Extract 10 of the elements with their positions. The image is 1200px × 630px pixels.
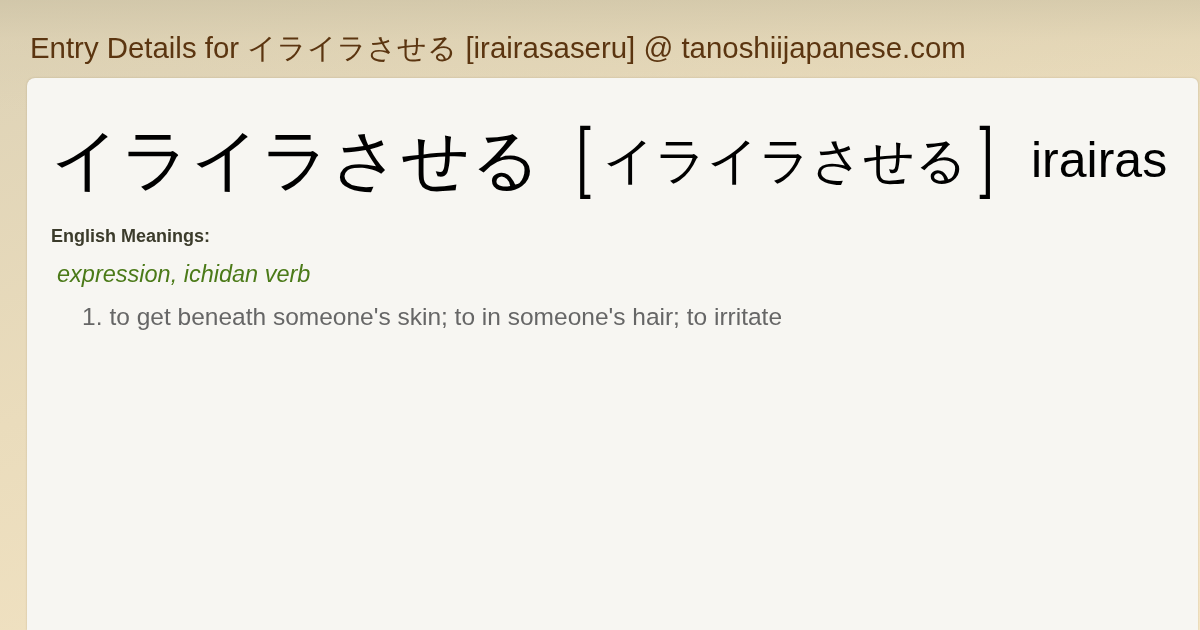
entry-reading: イライラさせる <box>603 134 967 186</box>
entry-romaji: irairas <box>1031 135 1168 186</box>
meanings-label: English Meanings: <box>51 226 210 248</box>
page-title: Entry Details for イライラさせる [irairasaseru] @ tanoshiijapanese.com <box>30 30 966 66</box>
open-bracket: [ <box>576 119 594 202</box>
meaning-number: 1. <box>82 302 103 332</box>
close-bracket: ] <box>976 119 994 202</box>
entry-word: イライラさせる <box>51 126 541 195</box>
part-of-speech: expression, ichidan verb <box>57 259 311 289</box>
meaning-text: to get beneath someone's skin; to in someone's hair; to irritate <box>109 302 783 332</box>
